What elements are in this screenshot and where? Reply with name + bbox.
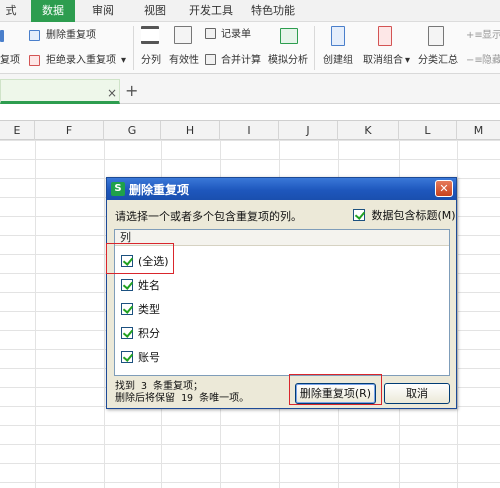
remove-duplicates-dialog: S 删除重复项 ✕ 请选择一个或者多个包含重复项的列。 数据包含标题(M) 列 …	[106, 177, 457, 409]
column-gridline	[104, 140, 105, 488]
merge-calc-icon	[205, 54, 216, 65]
list-item-label: 积分	[138, 327, 160, 340]
reject-duplicates-icon	[29, 55, 40, 66]
status-line: 删除后将保留 19 条唯一项。	[115, 393, 250, 404]
ribbon-tabbar: 式 数据 审阅 视图 开发工具 特色功能	[0, 0, 500, 22]
new-tab-button[interactable]: +	[125, 81, 138, 100]
show-detail-button[interactable]: 显示	[482, 30, 500, 42]
column-header[interactable]: G	[104, 121, 161, 141]
column-header[interactable]: L	[399, 121, 457, 141]
tab-view[interactable]: 视图	[135, 0, 175, 22]
list-item[interactable]: 积分	[121, 326, 160, 342]
create-group-icon	[331, 26, 345, 46]
tab-developer[interactable]: 开发工具	[186, 0, 236, 22]
status-line: 找到 3 条重复项；	[115, 381, 204, 392]
dialog-prompt: 请选择一个或者多个包含重复项的列。	[115, 210, 302, 223]
column-header[interactable]: E	[0, 121, 35, 141]
list-item-label: 类型	[138, 303, 160, 316]
dialog-titlebar[interactable]: S 删除重复项 ✕	[107, 178, 456, 200]
checkbox-checked-icon[interactable]	[353, 209, 365, 221]
checkbox-checked-icon[interactable]	[121, 351, 133, 363]
column-header[interactable]: M	[457, 121, 500, 141]
tab-data[interactable]: 数据	[31, 0, 75, 22]
record-sheet-button[interactable]: 记录单	[221, 29, 251, 41]
column-header[interactable]: I	[220, 121, 279, 141]
checkbox-checked-icon[interactable]	[121, 279, 133, 291]
split-button[interactable]: 分列	[141, 55, 161, 67]
hide-detail-icon: −≡	[466, 55, 483, 66]
column-header[interactable]: F	[35, 121, 104, 141]
column-header[interactable]: K	[338, 121, 399, 141]
hide-detail-button[interactable]: 隐藏	[482, 55, 500, 67]
split-icon	[141, 26, 159, 44]
header-checkbox[interactable]: 数据包含标题(M)	[353, 207, 456, 223]
list-item[interactable]: 姓名	[121, 278, 160, 294]
checkbox-checked-icon[interactable]	[121, 303, 133, 315]
cancel-button[interactable]: 取消	[384, 383, 450, 404]
status-text: 找到 3 条重复项； 删除后将保留 19 条唯一项。	[115, 381, 249, 405]
tab-formula[interactable]: 式	[0, 0, 22, 22]
document-tabbar: × +	[0, 74, 500, 104]
simulate-button[interactable]: 模拟分析	[268, 55, 308, 67]
select-all-highlight-box	[106, 243, 174, 274]
simulate-icon	[280, 28, 298, 44]
list-item[interactable]: 账号	[121, 350, 160, 366]
ribbon-separator	[314, 26, 315, 70]
create-group-button[interactable]: 创建组	[323, 55, 353, 67]
header-checkbox-label: 数据包含标题(M)	[371, 209, 456, 222]
validity-button[interactable]: 有效性	[169, 55, 199, 67]
remove-duplicates-icon	[29, 30, 40, 41]
ungroup-dropdown-icon[interactable]: ▾	[405, 55, 410, 67]
ungroup-button[interactable]: 取消组合	[363, 55, 403, 67]
column-header[interactable]: H	[161, 121, 220, 141]
subtotal-button[interactable]: 分类汇总	[418, 55, 458, 67]
reject-duplicates-button[interactable]: 拒绝录入重复项	[46, 55, 116, 67]
app-logo-icon: S	[111, 182, 125, 196]
document-tab[interactable]: ×	[0, 79, 120, 104]
validity-icon	[174, 26, 192, 44]
ribbon-toolbar: 复项 删除重复项 拒绝录入重复项 ▾ 分列 有效性 记录单 合并计算 模拟分析 …	[0, 22, 500, 74]
ribbon-dup-fragment[interactable]: 复项	[0, 55, 20, 67]
show-detail-icon: +≡	[466, 30, 483, 41]
column-gridline	[35, 140, 36, 488]
column-gridline	[457, 140, 458, 488]
reject-dropdown-icon[interactable]: ▾	[121, 55, 126, 67]
ribbon-separator	[133, 26, 134, 70]
list-item-label: 账号	[138, 351, 160, 364]
list-item[interactable]: 类型	[121, 302, 160, 318]
confirm-button-highlight-box	[289, 374, 382, 405]
column-header-row: E F G H I J K L M	[0, 120, 500, 141]
record-sheet-icon	[205, 28, 216, 39]
list-item-label: 姓名	[138, 279, 160, 292]
ungroup-icon	[378, 26, 392, 46]
close-dialog-button[interactable]: ✕	[435, 180, 453, 197]
column-header[interactable]: J	[279, 121, 338, 141]
tab-features[interactable]: 特色功能	[246, 0, 300, 22]
tab-review[interactable]: 审阅	[83, 0, 123, 22]
left-cut-icon	[0, 30, 4, 42]
dialog-title: 删除重复项	[129, 183, 190, 197]
merge-calc-button[interactable]: 合并计算	[221, 55, 261, 67]
subtotal-icon	[428, 26, 444, 46]
close-tab-icon[interactable]: ×	[107, 86, 117, 100]
remove-duplicates-button[interactable]: 删除重复项	[46, 30, 96, 42]
checkbox-checked-icon[interactable]	[121, 327, 133, 339]
